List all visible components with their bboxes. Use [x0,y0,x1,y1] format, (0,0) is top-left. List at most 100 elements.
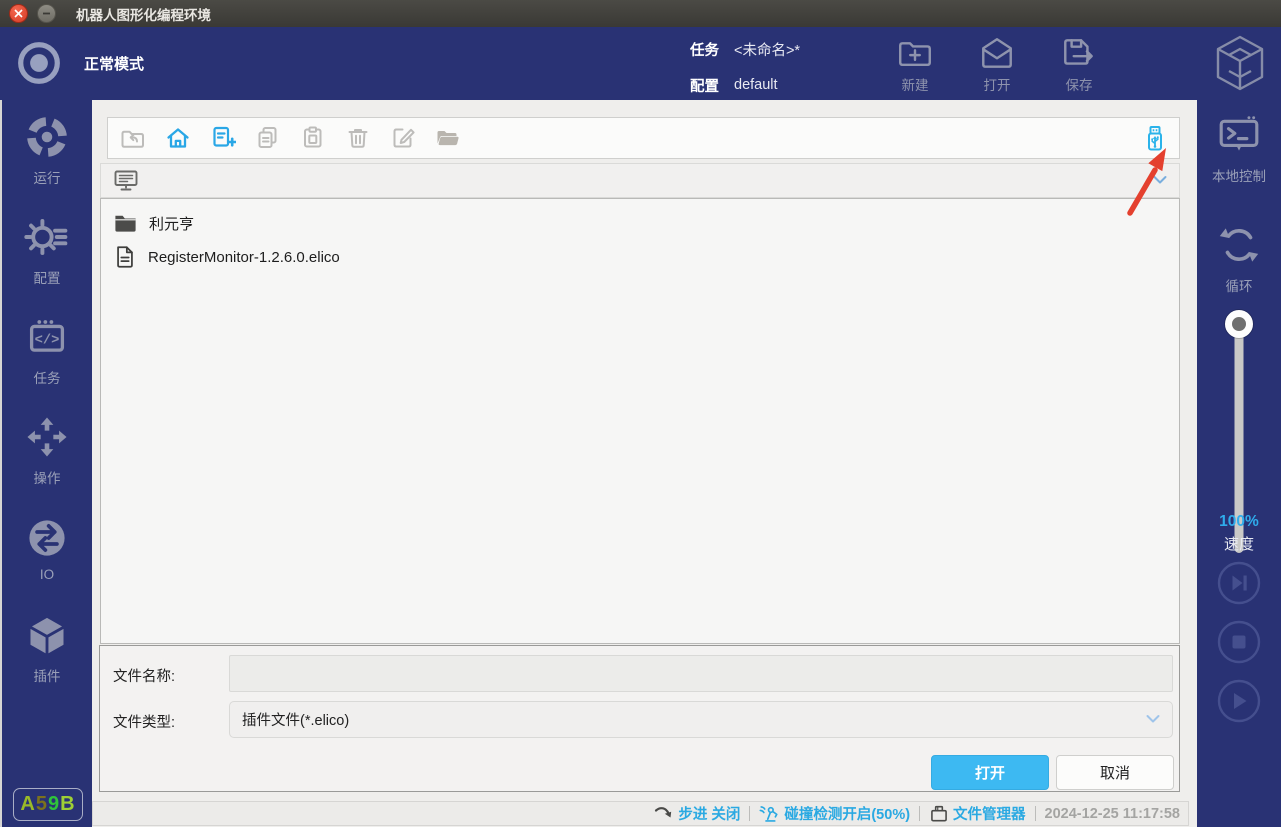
device-badge-letter-2: 9 [48,793,60,816]
window-title: 机器人图形化编程环境 [76,4,211,24]
speed-slider-knob[interactable] [1225,310,1253,338]
rename-button[interactable] [390,125,416,151]
run-target-icon [24,114,70,160]
file-row-folder[interactable]: 利元亨 [101,206,1179,240]
status-separator [919,806,920,821]
status-separator [1035,806,1036,821]
open-folder-icon [435,125,461,151]
sidebar-item-label: 本地控制 [1212,165,1266,185]
play-button[interactable] [1217,679,1261,728]
status-separator [749,806,750,821]
operate-move-arrows-icon [24,414,70,460]
step-mode-text: 步进 关闭 [678,803,740,824]
cancel-button[interactable]: 取消 [1056,755,1174,790]
new-task-button[interactable]: 新建 [878,31,952,95]
collision-detect-icon [759,803,780,824]
sidebar-item-task[interactable]: </> 任务 [2,316,92,387]
config-gear-icon [24,214,70,260]
minimize-icon [42,9,51,18]
titlebar: 机器人图形化编程环境 [0,0,1281,27]
sidebar-item-label: 运行 [34,167,61,187]
right-sidebar: 本地控制 循环 100% 速度 [1197,100,1281,827]
sidebar-item-io[interactable]: IO [2,516,92,582]
sidebar-item-loop[interactable]: 循环 [1197,222,1281,295]
close-button[interactable] [9,4,28,23]
delete-button[interactable] [345,125,371,151]
close-icon [14,9,23,18]
save-task-button[interactable]: 保存 [1042,31,1116,95]
cube-logo-icon [1212,31,1268,100]
task-config-info: 任务 <未命名>* 配置 default [690,35,800,99]
file-list: 利元亨 RegisterMonitor-1.2.6.0.elico [100,198,1180,644]
device-badge-letter-1: 5 [36,793,48,816]
folder-back-button[interactable] [120,125,146,151]
plugin-cube-icon [25,614,69,658]
skip-to-end-button[interactable] [1217,561,1261,610]
save-task-label: 保存 [1066,74,1093,94]
step-mode-status[interactable]: 步进 关闭 [654,803,740,824]
file-toolbar [107,117,1180,159]
trash-icon [345,125,371,151]
file-name: 利元亨 [149,213,194,234]
copy-button[interactable] [255,125,281,151]
rename-edit-icon [390,125,416,151]
usb-device-button[interactable] [1142,125,1168,153]
home-icon [165,125,191,151]
file-type-select[interactable]: 插件文件(*.elico) [229,701,1173,738]
new-file-button[interactable] [210,125,236,151]
save-floppy-arrow-icon [1060,34,1098,72]
sidebar-item-operate[interactable]: 操作 [2,414,92,487]
left-sidebar: 运行 配置 </> 任务 操作 [0,100,92,827]
app-header: 正常模式 任务 <未命名>* 配置 default 新建 [0,27,1281,100]
paste-button[interactable] [300,125,326,151]
sidebar-item-local-control[interactable]: 本地控制 [1197,114,1281,185]
device-badge[interactable]: A59B [13,788,83,821]
folder-icon [113,211,138,236]
play-icon [1217,679,1261,723]
config-value: default [734,77,778,93]
sidebar-item-config[interactable]: 配置 [2,214,92,287]
new-file-icon [210,125,236,151]
paste-icon [300,125,326,151]
sidebar-item-label: 配置 [34,267,61,287]
mode-indicator[interactable]: 正常模式 [16,40,144,86]
sidebar-item-run[interactable]: 运行 [2,114,92,187]
mode-ring-icon [16,40,62,86]
sidebar-item-label: IO [40,567,54,582]
file-name-input[interactable] [229,655,1173,692]
home-button[interactable] [165,125,191,151]
sidebar-item-label: 任务 [34,367,61,387]
app-window: 机器人图形化编程环境 正常模式 任务 <未命名>* 配置 default [0,0,1281,827]
minimize-button[interactable] [37,4,56,23]
svg-text:</>: </> [35,333,60,349]
collision-status[interactable]: 碰撞检测开启(50%) [759,803,910,824]
file-dialog-footer: 文件名称: 文件类型: 插件文件(*.elico) 打开 取消 [99,645,1180,792]
file-row-file[interactable]: RegisterMonitor-1.2.6.0.elico [101,240,1179,274]
file-manager-icon [929,804,949,824]
new-task-label: 新建 [902,74,929,94]
file-name-label: 文件名称: [113,665,175,686]
file-manager-status[interactable]: 文件管理器 [929,803,1026,824]
device-badge-letter-0: A [20,793,35,816]
io-swap-arrows-icon [25,516,69,560]
speed-readout: 100% 速度 [1197,513,1281,554]
task-value: <未命名>* [734,39,800,60]
sidebar-item-label: 循环 [1226,275,1253,295]
document-icon [113,245,137,269]
open-folder-button[interactable] [435,125,461,151]
file-type-label: 文件类型: [113,711,175,732]
task-label: 任务 [690,39,730,60]
skip-to-end-icon [1217,561,1261,605]
task-code-window-icon: </> [25,316,69,360]
collision-status-text: 碰撞检测开启(50%) [784,803,910,824]
stop-button[interactable] [1217,620,1261,669]
sidebar-item-plugin[interactable]: 插件 [2,614,92,685]
file-manager-text: 文件管理器 [953,803,1026,824]
file-manager-panel: 利元亨 RegisterMonitor-1.2.6.0.elico 文件名称: … [92,100,1197,827]
open-task-button[interactable]: 打开 [960,31,1034,95]
open-button[interactable]: 打开 [931,755,1049,790]
file-type-chevron-icon [1146,712,1160,728]
location-combobox[interactable] [100,163,1180,198]
stop-icon [1217,620,1261,664]
header-actions: 新建 打开 保存 [878,31,1116,95]
